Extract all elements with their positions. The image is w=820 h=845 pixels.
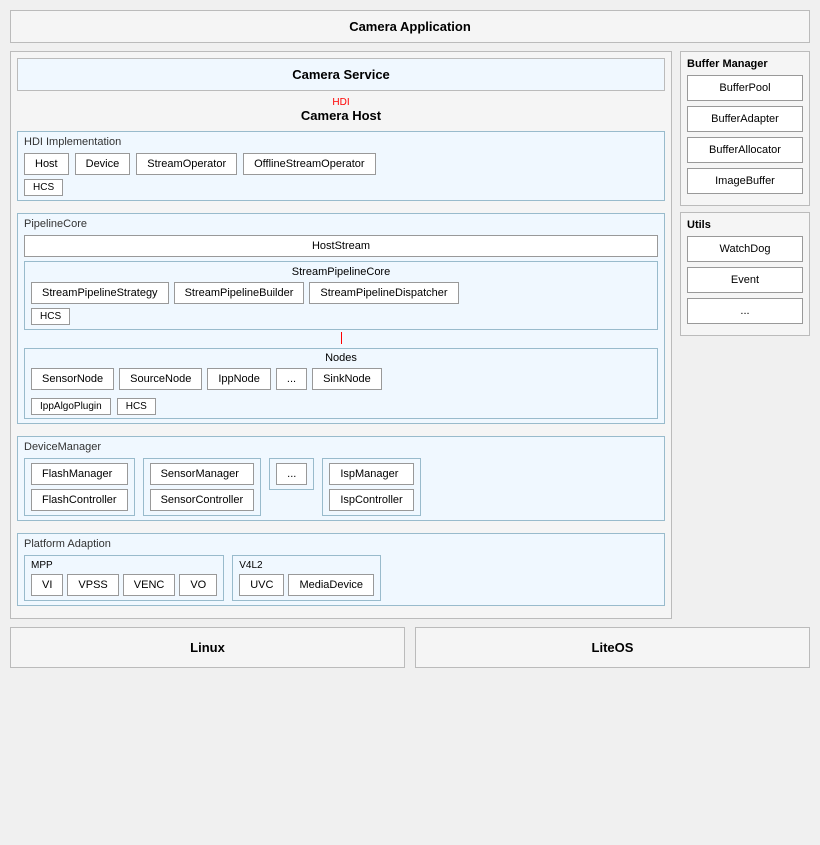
camera-service-bar: Camera Service: [17, 58, 665, 91]
node-sensor: SensorNode: [31, 368, 114, 390]
right-sidebar: Buffer Manager BufferPool BufferAdapter …: [680, 51, 810, 619]
left-area: Camera Service HDI Camera Host HDI Imple…: [10, 51, 672, 619]
spc-boxes-row: StreamPipelineStrategy StreamPipelineBui…: [31, 282, 651, 304]
nodes-hcs-box: HCS: [117, 398, 156, 415]
mpp-vi: VI: [31, 574, 63, 596]
hdi-hcs-box: HCS: [24, 179, 63, 196]
platform-adaption-section: Platform Adaption MPP VI VPSS VENC VO V4…: [17, 533, 665, 606]
buffer-manager-title: Buffer Manager: [687, 58, 803, 70]
pipeline-core-section: PipelineCore HostStream StreamPipelineCo…: [17, 213, 665, 424]
node-sink: SinkNode: [312, 368, 382, 390]
dm-ellipsis-item: ...: [269, 458, 314, 490]
hdi-box-offlinestreamoperator: OfflineStreamOperator: [243, 153, 375, 175]
app-title: Camera Application: [349, 19, 471, 34]
buffer-manager-section: Buffer Manager BufferPool BufferAdapter …: [680, 51, 810, 206]
buffer-allocator-box: BufferAllocator: [687, 137, 803, 163]
nodes-section: Nodes SensorNode SourceNode IppNode ... …: [24, 348, 658, 419]
buffer-adapter-box: BufferAdapter: [687, 106, 803, 132]
hdi-implementation-section: HDI Implementation Host Device StreamOpe…: [17, 131, 665, 201]
nodes-title: Nodes: [31, 352, 651, 364]
nodes-ipp-algo-box: IppAlgoPlugin: [31, 398, 111, 415]
mpp-item: MPP VI VPSS VENC VO: [24, 555, 224, 601]
v4l2-label: V4L2: [239, 560, 374, 571]
hdi-section-title: HDI Implementation: [24, 136, 658, 148]
utils-ellipsis-box: ...: [687, 298, 803, 324]
sensor-controller-box: SensorController: [150, 489, 255, 511]
device-manager-section: DeviceManager FlashManager FlashControll…: [17, 436, 665, 521]
spc-hcs-box: HCS: [31, 308, 70, 325]
hdi-box-device: Device: [75, 153, 131, 175]
camera-service-label: Camera Service: [292, 67, 390, 82]
event-box: Event: [687, 267, 803, 293]
stream-pipeline-core-section: StreamPipelineCore StreamPipelineStrateg…: [24, 261, 658, 330]
v4l2-uvc: UVC: [239, 574, 284, 596]
spc-strategy-box: StreamPipelineStrategy: [31, 282, 169, 304]
connector-v1: [341, 332, 342, 344]
node-ellipsis: ...: [276, 368, 307, 390]
node-source: SourceNode: [119, 368, 202, 390]
hdi-box-host: Host: [24, 153, 69, 175]
mpp-venc: VENC: [123, 574, 176, 596]
flash-manager-box: FlashManager: [31, 463, 128, 485]
utils-title: Utils: [687, 219, 803, 231]
pipeline-core-title: PipelineCore: [24, 218, 658, 230]
mpp-boxes-row: VI VPSS VENC VO: [31, 574, 217, 596]
spc-dispatcher-box: StreamPipelineDispatcher: [309, 282, 458, 304]
platform-row: MPP VI VPSS VENC VO V4L2 UVC MediaDevice: [24, 555, 658, 601]
camera-host-label: Camera Host: [17, 108, 665, 123]
dm-ellipsis-box: ...: [276, 463, 307, 485]
watchdog-box: WatchDog: [687, 236, 803, 262]
flash-manager-item: FlashManager FlashController: [24, 458, 135, 516]
sensor-manager-box: SensorManager: [150, 463, 255, 485]
hdi-label: HDI: [17, 97, 665, 108]
device-manager-title: DeviceManager: [24, 441, 658, 453]
flash-controller-box: FlashController: [31, 489, 128, 511]
isp-controller-box: IspController: [329, 489, 413, 511]
sensor-manager-item: SensorManager SensorController: [143, 458, 262, 516]
node-ipp: IppNode: [207, 368, 271, 390]
mpp-vo: VO: [179, 574, 217, 596]
nodes-boxes-row: SensorNode SourceNode IppNode ... SinkNo…: [31, 368, 651, 390]
v4l2-boxes-row: UVC MediaDevice: [239, 574, 374, 596]
camera-app-bar: Camera Application: [10, 10, 810, 43]
v4l2-item: V4L2 UVC MediaDevice: [232, 555, 381, 601]
liteos-box: LiteOS: [415, 627, 810, 668]
mpp-vpss: VPSS: [67, 574, 118, 596]
device-manager-row: FlashManager FlashController SensorManag…: [24, 458, 658, 516]
main-content: Camera Service HDI Camera Host HDI Imple…: [10, 51, 810, 619]
utils-section: Utils WatchDog Event ...: [680, 212, 810, 336]
v4l2-mediadevice: MediaDevice: [288, 574, 374, 596]
hdi-box-streamoperator: StreamOperator: [136, 153, 237, 175]
image-buffer-box: ImageBuffer: [687, 168, 803, 194]
stream-pipeline-core-title: StreamPipelineCore: [31, 266, 651, 278]
buffer-pool-box: BufferPool: [687, 75, 803, 101]
hdi-boxes-row: Host Device StreamOperator OfflineStream…: [24, 153, 658, 175]
linux-box: Linux: [10, 627, 405, 668]
isp-manager-box: IspManager: [329, 463, 413, 485]
host-stream-box: HostStream: [24, 235, 658, 257]
spc-builder-box: StreamPipelineBuilder: [174, 282, 305, 304]
platform-adaption-title: Platform Adaption: [24, 538, 658, 550]
mpp-label: MPP: [31, 560, 217, 571]
isp-manager-item: IspManager IspController: [322, 458, 420, 516]
page-wrapper: Camera Application Camera Service HDI Ca…: [0, 0, 820, 678]
bottom-bar: Linux LiteOS: [10, 627, 810, 668]
